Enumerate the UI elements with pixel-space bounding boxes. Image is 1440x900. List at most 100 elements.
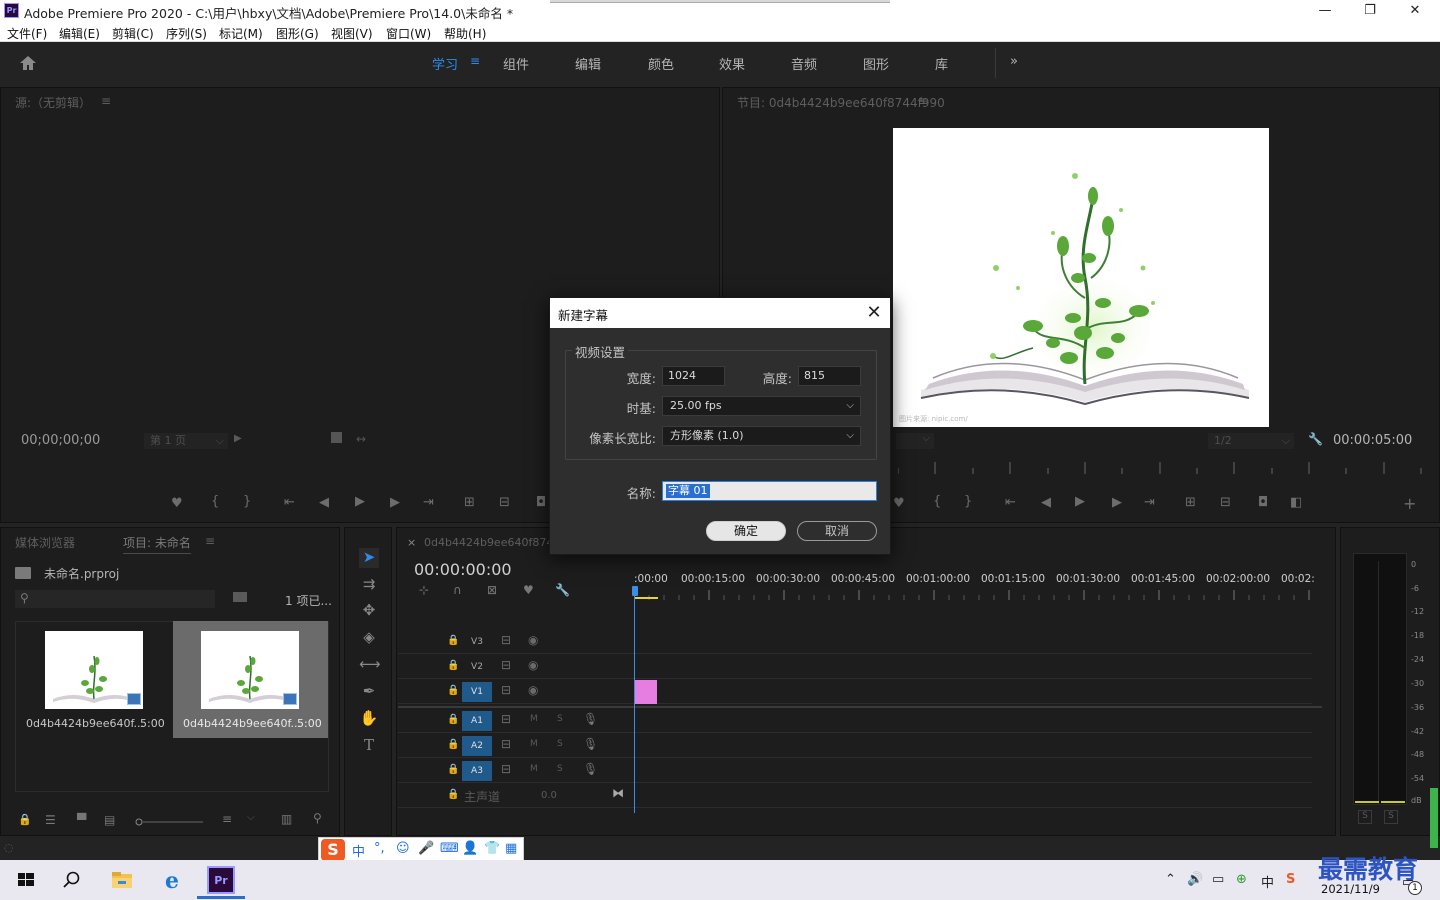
go-to-in-icon[interactable]: ⇤: [1005, 495, 1016, 510]
height-field[interactable]: 815: [798, 366, 861, 386]
workspace-tab-audio[interactable]: 音频: [791, 54, 817, 73]
green-scroll-indicator[interactable]: [1430, 788, 1438, 848]
play-icon[interactable]: ▶: [1075, 494, 1085, 509]
tray-ime-mode[interactable]: 中: [1261, 872, 1274, 891]
icon-view-icon[interactable]: ▀: [77, 813, 86, 827]
premiere-taskbar-icon[interactable]: Pr: [207, 866, 235, 894]
solo-button[interactable]: S: [557, 764, 563, 774]
type-tool-icon[interactable]: T: [359, 736, 379, 756]
step-forward-icon[interactable]: ▶: [1112, 495, 1122, 510]
mark-in-icon[interactable]: {: [933, 494, 941, 509]
slip-tool-icon[interactable]: ⟷: [359, 655, 381, 675]
pen-tool-icon[interactable]: ✒: [359, 682, 379, 702]
lock-icon[interactable]: 🔒: [18, 813, 32, 826]
mute-button[interactable]: M: [530, 739, 538, 749]
program-ruler[interactable]: [897, 462, 1438, 474]
timeline-settings-wrench-icon[interactable]: 🔧: [555, 583, 570, 597]
playhead-handle[interactable]: [632, 586, 638, 596]
pixel-aspect-select[interactable]: 方形像素 (1.0) ⌵: [662, 426, 861, 446]
tab-project[interactable]: 项目: 未命名: [123, 534, 191, 554]
security-icon[interactable]: ⊕: [1236, 872, 1247, 887]
compare-view-icon[interactable]: ◧: [1290, 495, 1302, 510]
menu-view[interactable]: 视图(V): [331, 25, 373, 42]
automate-icon[interactable]: ▥: [281, 812, 292, 826]
toolbox-icon[interactable]: ▦: [505, 841, 517, 856]
title-clip[interactable]: [634, 680, 657, 704]
menu-file[interactable]: 文件(F): [7, 25, 47, 42]
workspace-tab-libraries[interactable]: 库: [935, 54, 948, 73]
list-view-icon[interactable]: ☰: [45, 813, 56, 827]
play-small-icon[interactable]: ▶: [234, 433, 242, 444]
track-select-tool-icon[interactable]: ⇉: [359, 575, 379, 595]
project-panel-menu-icon[interactable]: ≡: [205, 534, 215, 548]
workspace-tab-graphics[interactable]: 图形: [863, 54, 889, 73]
step-back-icon[interactable]: ◀: [319, 495, 329, 510]
source-page-select[interactable]: 第 1 页 ⌵: [144, 433, 228, 449]
add-marker-icon[interactable]: ♥: [171, 496, 183, 511]
track-label-a3[interactable]: A3: [462, 761, 492, 781]
extract-icon[interactable]: ⊟: [1220, 495, 1231, 510]
solo-button[interactable]: S: [557, 739, 563, 749]
microphone-icon[interactable]: 🎙: [583, 762, 598, 776]
track-label-v1[interactable]: V1: [462, 682, 492, 702]
sync-lock-icon[interactable]: ⊟: [501, 683, 511, 697]
ok-button[interactable]: 确定: [706, 521, 786, 541]
menu-sequence[interactable]: 序列(S): [166, 25, 207, 42]
lock-icon[interactable]: 🔒: [447, 660, 459, 671]
search-icon[interactable]: [58, 866, 86, 894]
chevron-down-icon[interactable]: ⌵: [247, 812, 255, 823]
file-explorer-icon[interactable]: [108, 866, 136, 894]
eye-icon[interactable]: ◉: [528, 658, 538, 672]
menu-help[interactable]: 帮助(H): [444, 25, 486, 42]
timeline-sequence-tab[interactable]: 0d4b4424b9ee640f8744f: [424, 536, 564, 549]
mute-button[interactable]: M: [530, 714, 538, 724]
mark-out-icon[interactable]: }: [964, 494, 972, 509]
add-marker-icon[interactable]: ♥: [893, 496, 905, 511]
close-window-button[interactable]: ✕: [1392, 0, 1438, 22]
ime-punctuation[interactable]: °,: [374, 841, 385, 856]
minimize-button[interactable]: —: [1302, 0, 1348, 22]
new-bin-icon[interactable]: [233, 592, 247, 602]
playback-resolution-select[interactable]: 1/2 ⌵: [1208, 433, 1294, 449]
width-field[interactable]: 1024: [662, 366, 725, 386]
insert-icon[interactable]: ⊞: [464, 495, 475, 510]
lock-icon[interactable]: 🔒: [447, 714, 459, 725]
user-icon[interactable]: 👤: [462, 841, 478, 856]
volume-icon[interactable]: 🔊: [1187, 872, 1203, 887]
fit-zoom-select[interactable]: ⌵: [896, 433, 934, 449]
project-search-input[interactable]: ⚲: [15, 590, 215, 608]
eye-icon[interactable]: ◉: [528, 633, 538, 647]
sogou-tray-icon[interactable]: S: [1286, 872, 1295, 887]
chevron-up-icon[interactable]: ⌃: [1165, 872, 1176, 887]
workspace-tab-effects[interactable]: 效果: [719, 54, 745, 73]
mark-in-icon[interactable]: {: [211, 494, 219, 509]
lock-icon[interactable]: 🔒: [447, 635, 459, 646]
cancel-button[interactable]: 取消: [797, 521, 877, 541]
home-icon[interactable]: [18, 54, 38, 72]
play-icon[interactable]: ▶: [355, 494, 365, 509]
source-panel-menu-icon[interactable]: ≡: [101, 94, 111, 108]
solo-button[interactable]: S: [557, 714, 563, 724]
emoji-icon[interactable]: ☺: [396, 841, 410, 856]
menu-window[interactable]: 窗口(W): [386, 25, 431, 42]
solo-left-button[interactable]: S: [1358, 810, 1372, 824]
maximize-button[interactable]: ❐: [1347, 0, 1393, 22]
track-label-v3[interactable]: V3: [462, 632, 492, 652]
sort-icon[interactable]: ≡: [222, 812, 232, 826]
mute-button[interactable]: M: [530, 764, 538, 774]
sync-lock-icon[interactable]: ⊟: [501, 658, 511, 672]
lock-icon[interactable]: 🔒: [447, 789, 459, 800]
lift-icon[interactable]: ⊞: [1185, 495, 1196, 510]
snap-icon[interactable]: ⊹: [419, 583, 429, 597]
selection-tool-icon[interactable]: ➤: [359, 548, 379, 568]
add-button-icon[interactable]: +: [1403, 494, 1416, 513]
source-timecode[interactable]: 00;00;00;00: [21, 433, 100, 448]
linked-selection-icon[interactable]: ⊠: [487, 583, 497, 597]
windows-start-icon[interactable]: [12, 866, 40, 894]
workspace-tab-assembly[interactable]: 组件: [503, 54, 529, 73]
go-to-out-icon[interactable]: ⇥: [1144, 495, 1155, 510]
track-label-a1[interactable]: A1: [462, 711, 492, 731]
microphone-icon[interactable]: 🎙: [583, 737, 598, 751]
program-timecode[interactable]: 00:00:05:00: [1333, 433, 1412, 448]
master-volume-value[interactable]: 0.0: [541, 790, 557, 801]
